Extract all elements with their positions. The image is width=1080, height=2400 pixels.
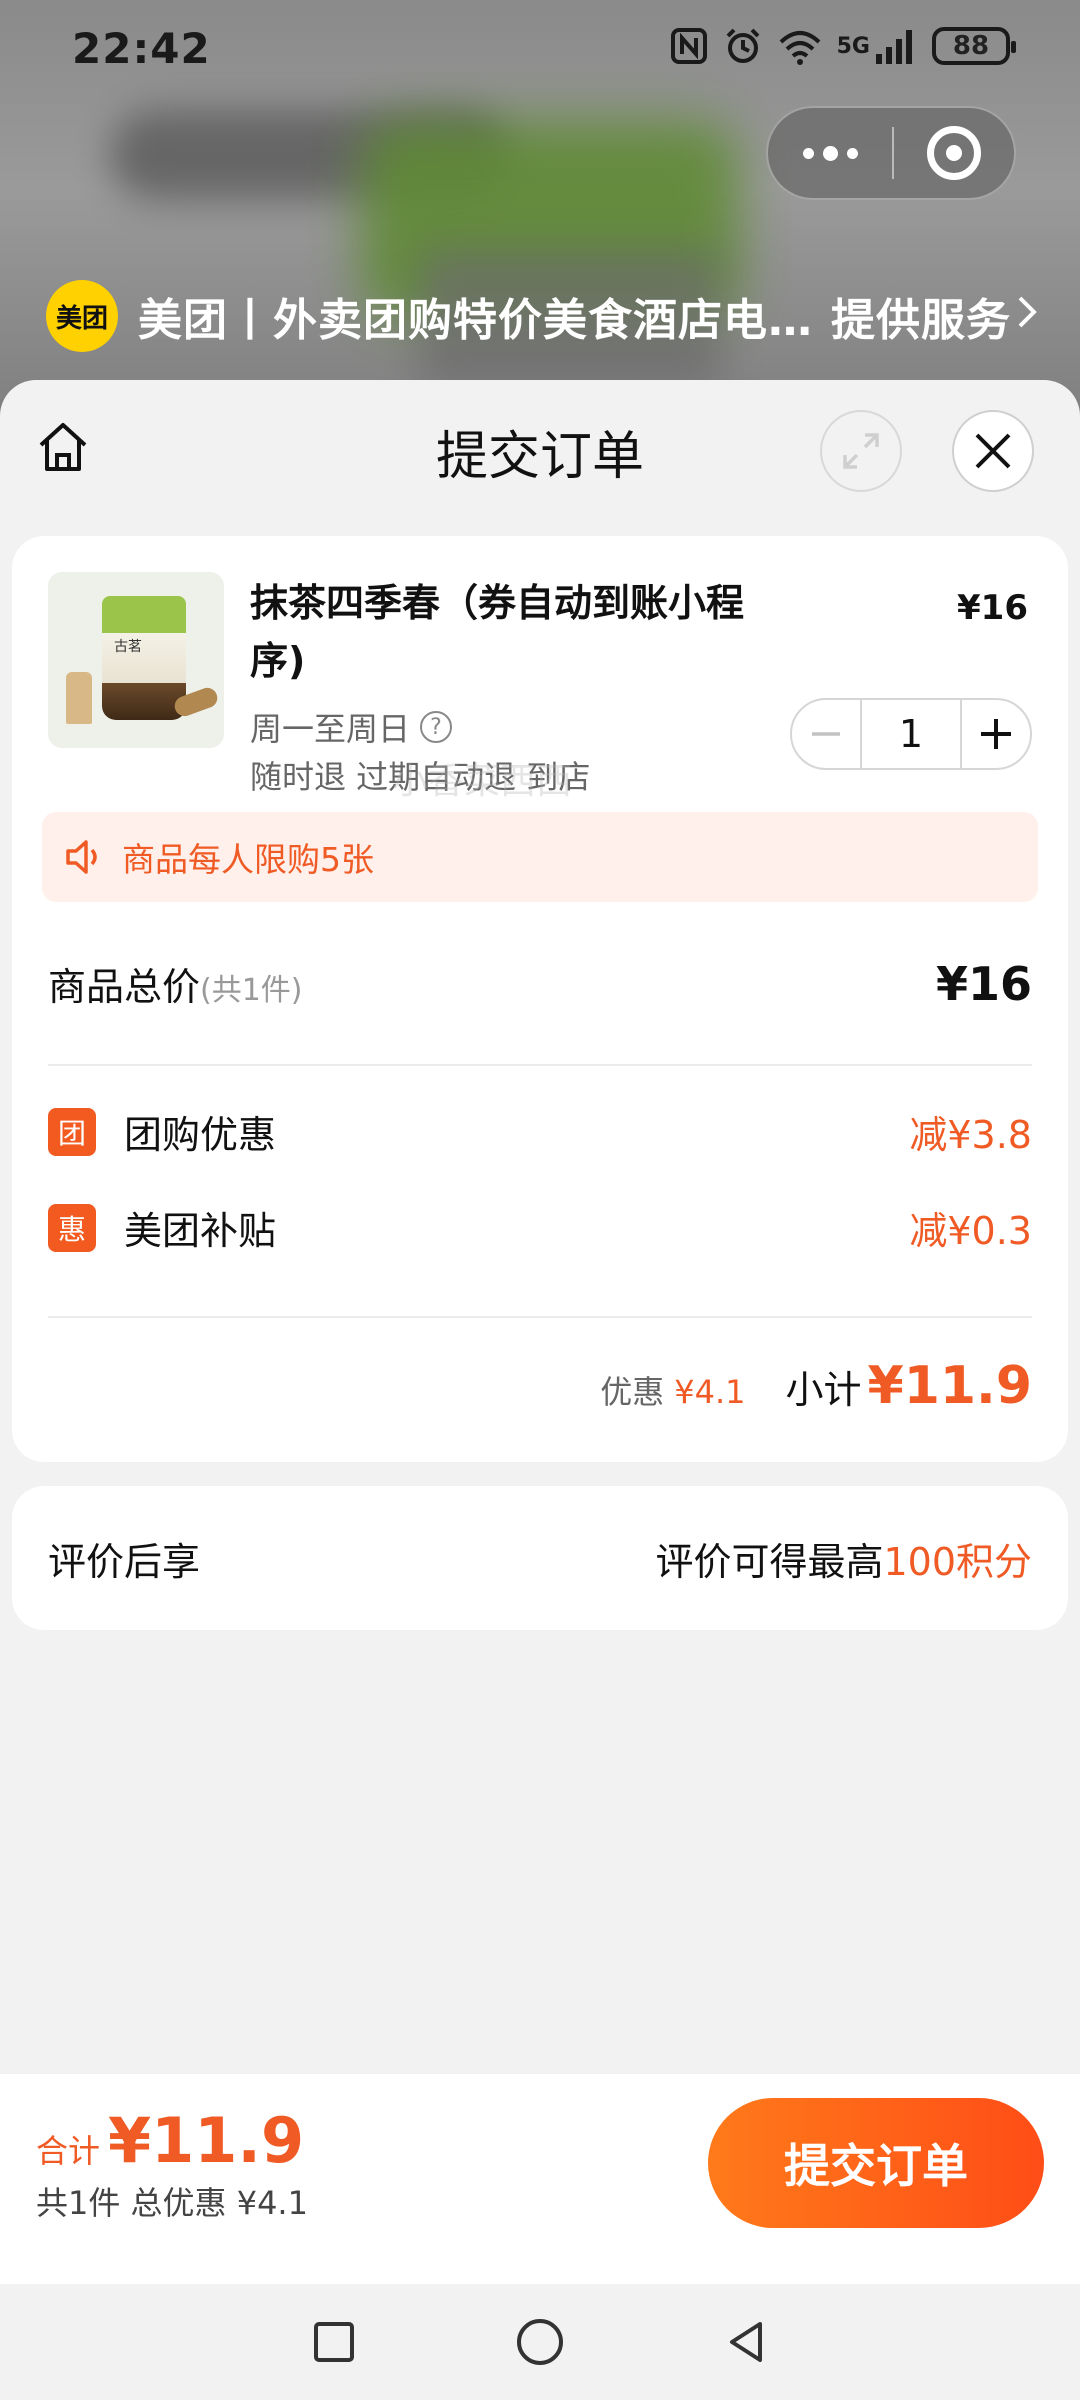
quantity-stepper: 1 (790, 698, 1032, 770)
exit-miniprogram-button[interactable] (894, 126, 1014, 180)
total-label: 合计 (36, 2132, 101, 2170)
provider-name: 美团丨外卖团购特价美食酒店电… (138, 295, 813, 346)
nfc-icon (669, 26, 709, 66)
provider-service: 提供服务 (831, 295, 1011, 346)
recents-button[interactable] (306, 2314, 362, 2370)
meituan-logo: 美团 (46, 280, 118, 352)
order-sheet: 提交订单 古茗 抹茶四季春（券自动到账小程序) ¥16 周一至周日 ? 随时退 … (0, 380, 1080, 2080)
miniprogram-capsule (766, 106, 1016, 200)
more-dot-icon (846, 147, 858, 159)
submit-order-button[interactable]: 提交订单 (708, 2098, 1044, 2228)
goods-total-count: (共1件) (200, 973, 303, 1008)
battery-level: 88 (952, 31, 990, 61)
back-button[interactable] (718, 2314, 774, 2370)
product-image[interactable]: 古茗 (48, 572, 224, 748)
page-title: 提交订单 (435, 427, 644, 487)
circle-icon (517, 2319, 563, 2365)
system-navigation-bar (0, 2284, 1080, 2400)
cup-illustration (102, 596, 186, 720)
question-mark-icon[interactable]: ? (420, 711, 453, 743)
group-buy-badge: 团 (48, 1107, 96, 1156)
review-text: 评价可得最高 (655, 1539, 884, 1584)
divider (48, 1316, 1032, 1318)
chevron-right-icon (1015, 289, 1039, 343)
discount-value: 减¥3.8 (909, 1113, 1032, 1157)
subtotal-label: 小计 (785, 1368, 862, 1412)
validity-days: 周一至周日 (250, 710, 411, 748)
target-circle-icon (927, 126, 981, 180)
review-reward-text: 评价可得最高100积分 (655, 1531, 1032, 1586)
review-label: 评价后享 (48, 1539, 201, 1584)
discount-row-subsidy: 惠 美团补贴 减¥0.3 (48, 1200, 1032, 1255)
quantity-value[interactable]: 1 (860, 700, 962, 768)
minus-icon (812, 732, 840, 736)
discount-label: 团购优惠 (124, 1113, 277, 1157)
cup-brand-text: 古茗 (114, 639, 142, 655)
subtotal-value: ¥11.9 (867, 1356, 1032, 1416)
speaker-icon (66, 840, 97, 874)
close-button[interactable] (952, 410, 1034, 492)
product-validity: 周一至周日 ? (250, 704, 453, 750)
checkout-bar: 合计 ¥11.9 共1件 总优惠 ¥4.1 提交订单 (0, 2074, 1080, 2284)
total-amount: 合计 ¥11.9 (36, 2104, 304, 2177)
network-type-label: 5G (836, 33, 870, 59)
battery-icon: 88 (932, 27, 1016, 65)
sheet-header: 提交订单 (0, 380, 1080, 516)
expand-button[interactable] (820, 410, 902, 492)
close-icon (975, 433, 1011, 469)
service-provider-link[interactable]: 美团 美团丨外卖团购特价美食酒店电… 提供服务 (46, 280, 1039, 352)
goods-total-row: 商品总价(共1件) ¥16 (48, 956, 1032, 1011)
product-price: ¥16 (957, 588, 1028, 628)
5g-signal-icon: 5G (837, 26, 918, 66)
wifi-icon (777, 26, 823, 66)
alarm-icon (723, 26, 763, 66)
review-points: 100积分 (883, 1539, 1032, 1584)
increase-quantity-button[interactable] (962, 700, 1030, 768)
divider (48, 1064, 1032, 1066)
total-value: ¥11.9 (108, 2104, 305, 2177)
refund-policy: 随时退 过期自动退 到店 (250, 758, 591, 796)
product-name: 抹茶四季春（券自动到账小程序) (250, 581, 745, 683)
more-options-button[interactable] (768, 108, 892, 198)
more-dot-icon (822, 145, 838, 161)
subtotal-row: 优惠 ¥4.1 小计 ¥11.9 (600, 1356, 1032, 1416)
goods-total-value: ¥16 (935, 957, 1032, 1011)
whisk-illustration (66, 672, 92, 724)
decrease-quantity-button[interactable] (792, 700, 860, 768)
expand-icon (843, 433, 879, 469)
subsidy-badge: 惠 (48, 1203, 96, 1252)
home-nav-button[interactable] (512, 2314, 568, 2370)
order-card: 古茗 抹茶四季春（券自动到账小程序) ¥16 周一至周日 ? 随时退 过期自动退… (12, 536, 1068, 1462)
square-icon (314, 2322, 354, 2362)
more-dot-icon (802, 147, 814, 159)
status-icons: 5G 88 (669, 26, 1016, 66)
discount-value: 减¥0.3 (909, 1209, 1032, 1253)
purchase-limit-notice: 商品每人限购5张 (42, 812, 1038, 902)
notice-text: 商品每人限购5张 (122, 840, 374, 879)
discount-label: 美团补贴 (124, 1209, 277, 1253)
status-time: 22:42 (72, 24, 211, 73)
back-triangle-icon (730, 2322, 762, 2362)
discount-sum-value: ¥4.1 (674, 1373, 746, 1411)
status-bar: 22:42 5G 88 (0, 0, 1080, 100)
review-reward-card[interactable]: 评价后享 评价可得最高100积分 (12, 1486, 1068, 1630)
plus-icon (981, 719, 1011, 749)
total-summary: 共1件 总优惠 ¥4.1 (36, 2184, 308, 2222)
discount-row-group-buy: 团 团购优惠 减¥3.8 (48, 1104, 1032, 1159)
discount-sum-label: 优惠 (600, 1373, 665, 1411)
goods-total-label: 商品总价 (48, 965, 201, 1009)
